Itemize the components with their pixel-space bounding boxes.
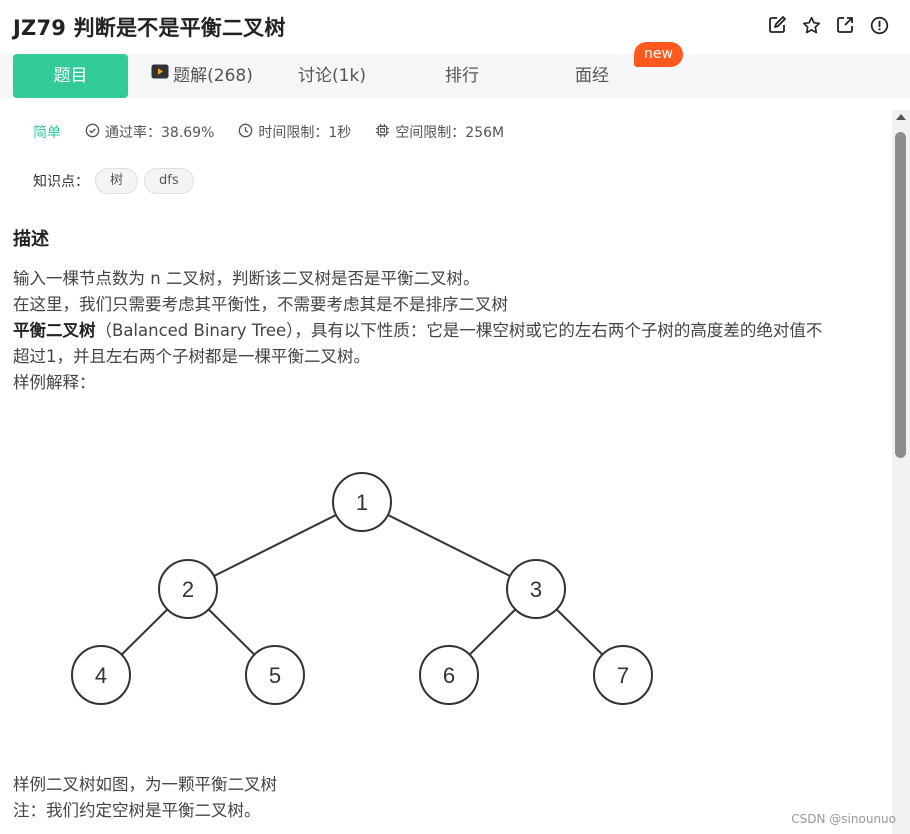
description-heading: 描述 [13, 229, 49, 250]
vertical-scrollbar[interactable] [892, 110, 910, 834]
tree-node-label: 1 [356, 490, 368, 515]
tree-node-label: 4 [95, 663, 107, 688]
knowledge-label: 知识点： [33, 174, 89, 190]
time-limit: 时间限制：1秒 [238, 122, 351, 142]
binary-tree-diagram: 1 2 3 4 5 6 7 [60, 462, 680, 716]
problem-meta: 简单 通过率：38.69% 时间限制：1秒 空间限制：256M [33, 120, 528, 144]
tab-label: 讨论(1k) [298, 66, 366, 86]
sample-explanation: 样例二叉树如图，为一颗平衡二叉树 注：我们约定空树是平衡二叉树。 [13, 772, 277, 824]
tree-node-label: 2 [182, 577, 194, 602]
tab-discussion[interactable]: 讨论(1k) [282, 54, 382, 98]
pass-rate-text: 通过率：38.69% [105, 125, 215, 141]
tag-chip[interactable]: 树 [95, 168, 139, 194]
star-icon[interactable] [800, 14, 822, 36]
tab-interview[interactable]: 面经 [542, 54, 642, 98]
tab-ranking[interactable]: 排行 [412, 54, 512, 98]
description-line: 平衡二叉树（Balanced Binary Tree），具有以下性质：它是一棵空… [13, 318, 873, 344]
problem-description: 描述 输入一棵节点数为 n 二叉树，判断该二叉树是否是平衡二叉树。 在这里，我们… [13, 226, 873, 396]
title-bar: JZ79 判断是不是平衡二叉树 [0, 0, 910, 54]
tab-solutions[interactable]: 题解(268) [146, 54, 258, 98]
description-line: 超过1，并且左右两个子树都是一棵平衡二叉树。 [13, 347, 370, 366]
chip-icon [375, 123, 395, 142]
knowledge-points: 知识点： 树 dfs [33, 168, 194, 194]
clock-icon [238, 123, 258, 142]
scroll-thumb[interactable] [895, 132, 906, 458]
tree-node-label: 7 [617, 663, 629, 688]
explanation-line: 样例二叉树如图，为一颗平衡二叉树 [13, 775, 277, 794]
description-line: 在这里，我们只需要考虑其平衡性，不需要考虑其是不是排序二叉树 [13, 295, 508, 314]
tab-label: 题解(268) [173, 66, 253, 86]
tab-label: 面经 [575, 66, 609, 86]
edit-icon[interactable] [766, 14, 788, 36]
tag-chip[interactable]: dfs [144, 168, 194, 194]
description-line: 输入一棵节点数为 n 二叉树，判断该二叉树是否是平衡二叉树。 [13, 269, 480, 288]
tree-node-label: 3 [530, 577, 542, 602]
report-icon[interactable] [868, 14, 890, 36]
scroll-up-arrow-icon[interactable] [896, 114, 906, 120]
tab-label: 排行 [445, 66, 479, 86]
space-limit: 空间限制：256M [375, 122, 504, 142]
difficulty-label: 简单 [33, 125, 61, 141]
title-actions [766, 14, 890, 36]
description-line: 样例解释： [13, 373, 96, 392]
explanation-line: 注：我们约定空树是平衡二叉树。 [13, 801, 261, 820]
space-limit-text: 空间限制：256M [395, 125, 505, 141]
tab-problem[interactable]: 题目 [13, 54, 128, 98]
description-text: （Balanced Binary Tree），具有以下性质：它是一棵空树或它的左… [95, 321, 823, 340]
check-circle-icon [85, 123, 105, 142]
tree-node-label: 6 [443, 663, 455, 688]
new-badge: new [634, 42, 683, 67]
pass-rate: 通过率：38.69% [85, 122, 214, 142]
share-icon[interactable] [834, 14, 856, 36]
watermark: CSDN @sinounuo [791, 812, 896, 826]
tab-bar: 题目 题解(268) 讨论(1k) 排行 面经 [0, 54, 910, 98]
tree-node-label: 5 [269, 663, 281, 688]
bold-term: 平衡二叉树 [13, 321, 96, 340]
time-limit-text: 时间限制：1秒 [258, 125, 352, 141]
page-title: JZ79 判断是不是平衡二叉树 [13, 16, 286, 40]
video-icon [151, 52, 169, 96]
tab-label: 题目 [53, 66, 88, 86]
